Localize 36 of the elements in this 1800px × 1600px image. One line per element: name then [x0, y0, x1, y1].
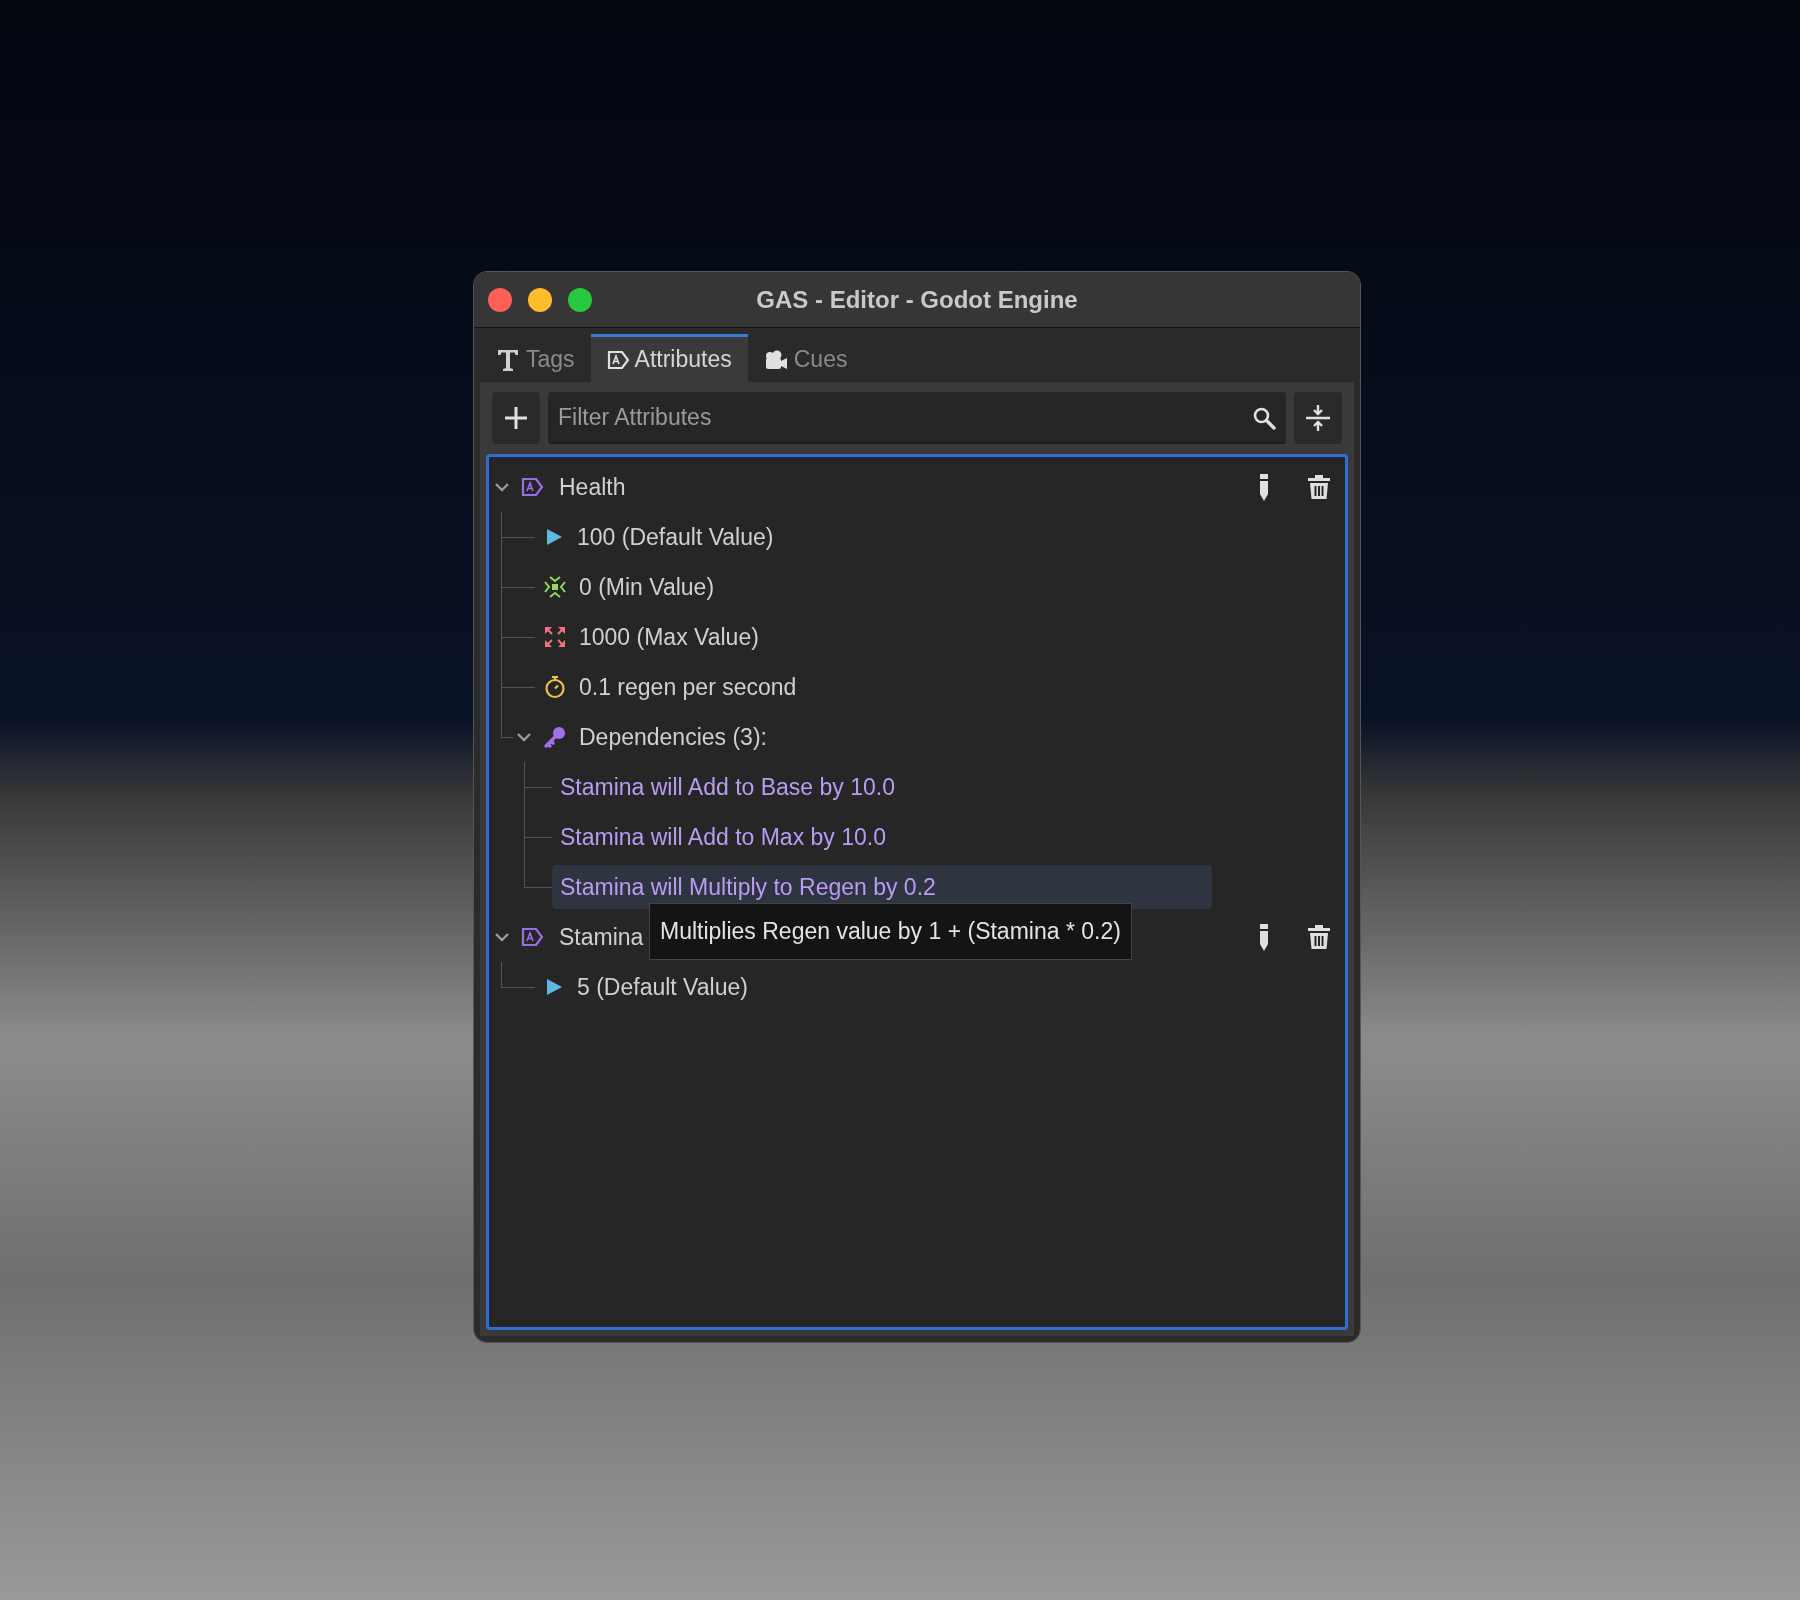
tree-item-label[interactable]: 0.1 regen per second [575, 669, 797, 705]
key-icon [543, 725, 567, 749]
zoom-button[interactable] [568, 288, 592, 312]
serif-t-icon [496, 347, 520, 372]
dependency-entry[interactable]: Stamina will Add to Max by 10.0 [552, 815, 894, 859]
collapse-icon [1304, 404, 1332, 432]
close-button[interactable] [488, 288, 512, 312]
collapse-all-button[interactable] [1294, 392, 1342, 444]
dependency-entry[interactable]: Stamina will Add to Base by 10.0 [552, 765, 903, 809]
tab[interactable]: Tags [480, 334, 591, 382]
tree-item-label[interactable]: 5 (Default Value) [573, 969, 748, 1005]
pencil-icon [1257, 922, 1271, 952]
tooltip: Multiplies Regen value by 1 + (Stamina * 0.2) [649, 903, 1132, 960]
tree-item-label[interactable]: Stamina [555, 919, 644, 955]
tag-icon [606, 348, 629, 371]
camera-icon [763, 348, 788, 371]
arrows-in-icon [543, 575, 567, 599]
trash-icon [1307, 924, 1331, 950]
tab[interactable]: Attributes [590, 334, 748, 382]
pencil-icon [1257, 472, 1271, 502]
search-icon [1252, 406, 1276, 430]
stopwatch-icon [543, 675, 567, 699]
tree-item-label[interactable]: 100 (Default Value) [573, 519, 774, 555]
tree-item-label[interactable]: Dependencies (3): [575, 719, 767, 755]
tree-item-label[interactable]: Health [555, 469, 626, 505]
window-title: GAS - Editor - Godot Engine [756, 284, 1078, 315]
dependency-entry[interactable]: Stamina will Multiply to Regen by 0.2 [552, 865, 1212, 909]
plus-icon [503, 405, 529, 431]
search-field[interactable]: Filter Attributes [548, 392, 1286, 444]
arrows-out-icon [543, 625, 567, 649]
tab[interactable]: Cues [747, 334, 864, 382]
minimize-button[interactable] [528, 288, 552, 312]
add-button[interactable] [492, 392, 540, 444]
trash-icon [1307, 474, 1331, 500]
tree-item-label[interactable]: 0 (Min Value) [575, 569, 715, 605]
tree-item-label[interactable]: 1000 (Max Value) [575, 619, 759, 655]
